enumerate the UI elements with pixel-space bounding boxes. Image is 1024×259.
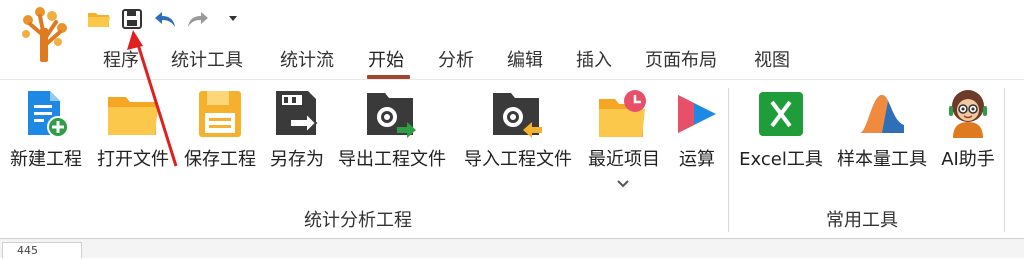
- save-as-label: 另存为: [270, 149, 324, 170]
- group-label-common-tools: 常用工具: [826, 210, 898, 231]
- export-project-label: 导出工程文件: [338, 149, 446, 170]
- export-project-icon: [364, 86, 420, 142]
- ai-assistant-button[interactable]: AI助手: [934, 86, 1002, 182]
- save-project-label: 保存工程: [184, 149, 256, 170]
- tab-analysis[interactable]: 分析: [438, 50, 474, 72]
- sample-size-button[interactable]: 样本量工具: [830, 86, 934, 182]
- run-icon: [669, 86, 725, 142]
- save-project-button[interactable]: 保存工程: [178, 86, 262, 182]
- run-button[interactable]: 运算: [668, 86, 726, 182]
- ai-assistant-icon: [940, 86, 996, 142]
- import-project-label: 导入工程文件: [464, 149, 572, 170]
- redo-icon[interactable]: [185, 6, 211, 32]
- new-project-icon: [18, 86, 74, 142]
- tab-view[interactable]: 视图: [754, 50, 790, 72]
- tab-page-layout[interactable]: 页面布局: [645, 50, 717, 72]
- tab-home[interactable]: 开始: [368, 50, 404, 72]
- excel-tool-label: Excel工具: [739, 149, 823, 170]
- tab-edit[interactable]: 编辑: [507, 50, 543, 72]
- import-project-button[interactable]: 导入工程文件: [456, 86, 580, 182]
- open-folder-icon[interactable]: [86, 6, 112, 32]
- undo-icon[interactable]: [152, 6, 178, 32]
- tab-insert[interactable]: 插入: [576, 50, 612, 72]
- recent-projects-label: 最近项目: [588, 149, 660, 170]
- open-file-button[interactable]: 打开文件: [91, 86, 175, 182]
- recent-projects-icon: [596, 86, 652, 142]
- run-label: 运算: [679, 149, 715, 170]
- save-icon[interactable]: [119, 6, 145, 32]
- chevron-down-icon[interactable]: [615, 178, 631, 190]
- excel-icon: [753, 86, 809, 142]
- save-as-icon: [269, 86, 325, 142]
- ai-assistant-label: AI助手: [941, 149, 995, 170]
- import-project-icon: [490, 86, 546, 142]
- save-as-button[interactable]: 另存为: [263, 86, 331, 182]
- ribbon-divider: [0, 79, 1024, 80]
- recent-projects-button[interactable]: 最近项目: [582, 86, 666, 182]
- tab-stat-tools[interactable]: 统计工具: [171, 50, 243, 72]
- sample-size-label: 样本量工具: [837, 149, 927, 170]
- new-project-button[interactable]: 新建工程: [4, 86, 88, 182]
- group-separator: [728, 88, 729, 232]
- dropdown-icon[interactable]: [220, 6, 246, 32]
- group-separator-end: [1004, 88, 1005, 232]
- new-project-label: 新建工程: [10, 149, 82, 170]
- tab-stat-flow[interactable]: 统计流: [280, 50, 334, 72]
- group-label-stat-project: 统计分析工程: [304, 210, 412, 231]
- tab-program[interactable]: 程序: [103, 50, 139, 72]
- document-tab-strip: [0, 239, 1024, 258]
- app-logo: [22, 7, 67, 62]
- excel-tool-button[interactable]: Excel工具: [734, 86, 828, 182]
- sample-size-icon: [854, 86, 910, 142]
- open-file-label: 打开文件: [97, 149, 169, 170]
- document-tab[interactable]: 445: [2, 242, 82, 258]
- open-file-icon: [105, 86, 161, 142]
- export-project-button[interactable]: 导出工程文件: [330, 86, 454, 182]
- save-project-icon: [192, 86, 248, 142]
